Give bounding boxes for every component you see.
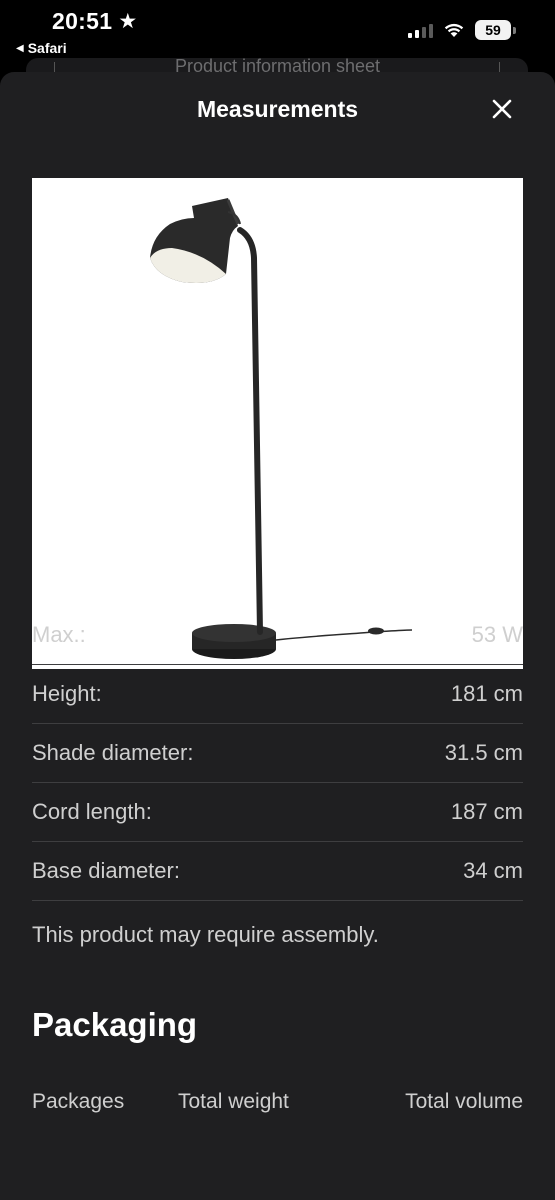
cellular-signal-icon [408, 23, 433, 38]
packaging-col-packages: Packages [32, 1090, 125, 1113]
specs-table: Max.: 53 W Height: 181 cm Shade diameter: 31.… [32, 606, 523, 901]
spec-value: 187 cm [450, 799, 523, 824]
packaging-heading: Packaging [32, 1006, 198, 1043]
spec-row: Base diameter: 34 cm [32, 842, 523, 901]
wifi-icon [444, 23, 464, 37]
spec-row: Cord length: 187 cm [32, 783, 523, 842]
spec-value: 53 W [471, 622, 523, 647]
spec-value: 31.5 cm [444, 740, 523, 765]
spec-row: Max.: 53 W [32, 606, 523, 665]
spec-label: Cord length: [32, 799, 152, 824]
product-image [32, 178, 523, 669]
time-text: 20:51 [52, 8, 113, 34]
spec-value: 181 cm [450, 681, 523, 706]
packaging-col-total-volume: Total volume [405, 1090, 523, 1113]
page: 20:51 ★ ◀ Safari 59 Product information … [0, 0, 555, 1200]
spec-row: Height: 181 cm [32, 665, 523, 724]
close-icon[interactable] [489, 96, 515, 122]
spec-label: Height: [32, 681, 102, 706]
battery-level: 59 [485, 22, 501, 38]
status-icons: 59 [408, 20, 516, 40]
packaging-col-total-weight: Total weight [178, 1090, 289, 1113]
floor-lamp-illustration [150, 198, 413, 659]
spec-label: Max.: [32, 622, 86, 647]
spec-label: Base diameter: [32, 858, 180, 883]
back-app-label: Safari [27, 40, 67, 56]
spec-label: Shade diameter: [32, 740, 194, 765]
sheet-title: Measurements [196, 96, 359, 122]
back-triangle-icon: ◀ [16, 42, 24, 54]
spec-value: 34 cm [463, 858, 523, 883]
spec-row: Shade diameter: 31.5 cm [32, 724, 523, 783]
status-bar: 20:51 ★ ◀ Safari 59 [0, 0, 555, 62]
assembly-note: This product may require assembly. [32, 922, 379, 947]
star-icon: ★ [118, 10, 138, 33]
status-time: 20:51 ★ [52, 8, 137, 35]
back-to-app-link[interactable]: ◀ Safari [16, 40, 67, 56]
battery-icon: 59 [475, 20, 516, 40]
